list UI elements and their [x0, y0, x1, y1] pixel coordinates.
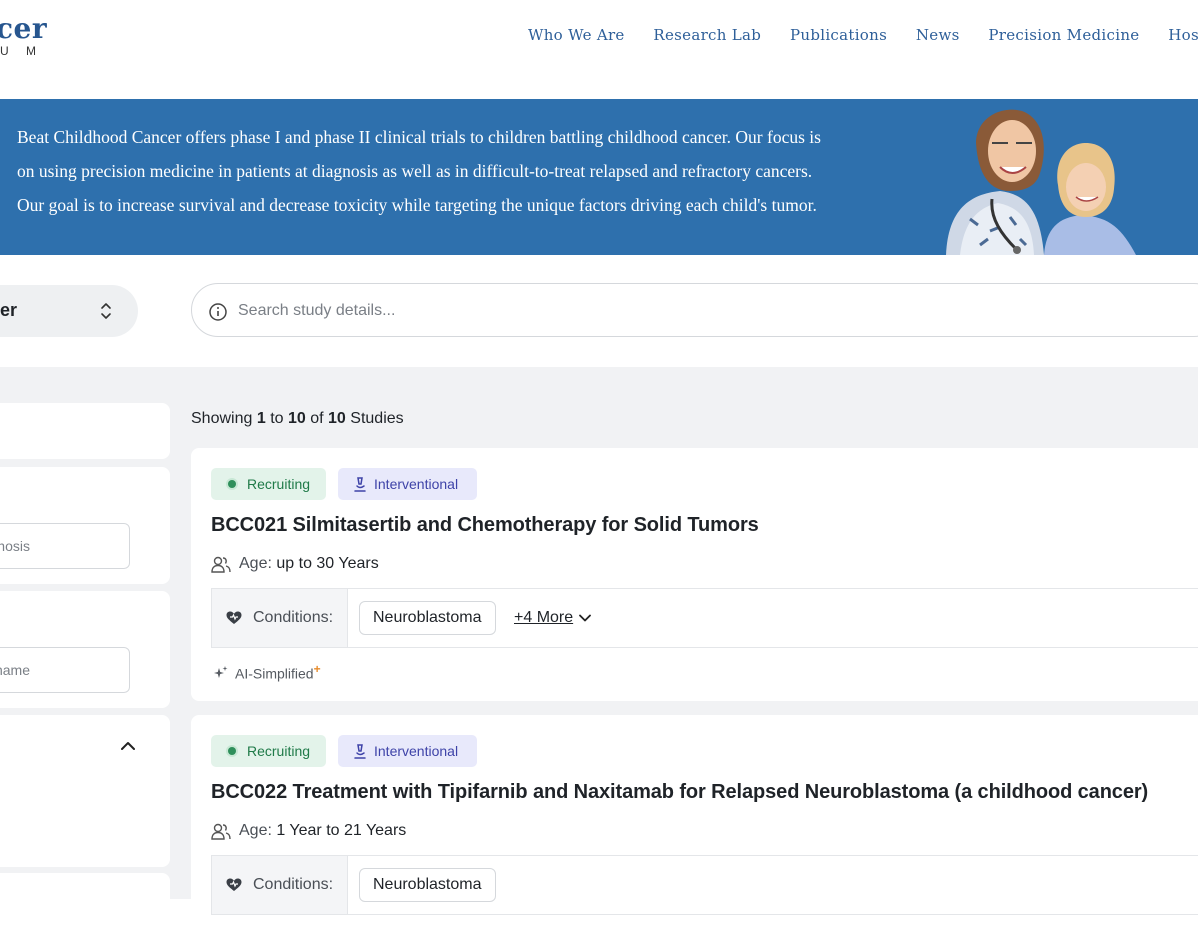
results-suffix: Studies — [350, 410, 404, 427]
study-title[interactable]: BCC021 Silmitasertib and Chemotherapy fo… — [211, 514, 759, 537]
location-input[interactable]: ovince name — [0, 647, 130, 693]
logo-text[interactable]: cer — [0, 12, 47, 45]
hero-text: Beat Childhood Cancer offers phase I and… — [17, 120, 917, 222]
conditions-row: Conditions: Neuroblastoma — [211, 855, 1198, 915]
search-box[interactable] — [191, 283, 1198, 337]
cancer-type-select[interactable]: er — [0, 285, 138, 337]
sidebar-card — [0, 873, 170, 913]
results-count: Showing 1 to 10 of 10 Studies — [191, 410, 404, 428]
results-to-word: to — [270, 410, 284, 427]
results-to: 10 — [287, 410, 306, 427]
site-header: cer U M Who We Are Research Lab Publicat… — [0, 0, 1198, 99]
nav-hospitals[interactable]: Hospitals — [1168, 26, 1198, 44]
main-nav: Who We Are Research Lab Publications New… — [528, 26, 1198, 44]
hero-line: Beat Childhood Cancer offers phase I and… — [17, 127, 821, 147]
ai-simplified-mark: + — [313, 662, 321, 676]
status-label: Recruiting — [247, 743, 311, 759]
users-icon — [211, 556, 231, 573]
heart-icon — [226, 878, 242, 891]
conditions-label: Conditions: — [253, 609, 334, 626]
type-badge: Interventional — [338, 735, 477, 767]
conditions-label-cell: Conditions: — [212, 856, 348, 914]
chevron-down-icon — [579, 614, 592, 622]
status-dot-icon — [228, 480, 236, 488]
cancer-type-value: er — [0, 300, 18, 320]
condition-chip[interactable]: Neuroblastoma — [359, 601, 496, 635]
hero-line: Our goal is to increase survival and dec… — [17, 195, 817, 215]
type-label: Interventional — [374, 476, 459, 492]
results-area: iagnosis ovince name Showing 1 to 10 of … — [0, 367, 1198, 935]
age-value: 1 Year to 21 Years — [276, 822, 407, 839]
status-badge: Recruiting — [211, 468, 326, 500]
more-conditions-link[interactable]: +4 More — [514, 609, 592, 627]
diagnosis-input[interactable]: iagnosis — [0, 523, 130, 569]
users-icon — [211, 823, 231, 840]
info-icon — [209, 303, 227, 321]
chevron-up-icon[interactable] — [121, 741, 135, 751]
results-from: 1 — [256, 410, 266, 427]
diagnosis-filter-card: iagnosis — [0, 467, 170, 584]
age-label: Age: — [239, 555, 272, 572]
chevron-up-down-icon — [101, 303, 111, 319]
age-value: up to 30 Years — [276, 555, 379, 572]
condition-chip[interactable]: Neuroblastoma — [359, 868, 496, 902]
status-dot-icon — [228, 747, 236, 755]
status-badge: Recruiting — [211, 735, 326, 767]
sparkles-icon — [214, 665, 228, 678]
ai-simplified-label: AI-Simplified — [235, 665, 314, 682]
results-total: 10 — [328, 410, 346, 427]
nav-precision-medicine[interactable]: Precision Medicine — [988, 26, 1139, 44]
study-card[interactable]: Recruiting Interventional BCC021 Silmita… — [191, 448, 1198, 701]
microscope-icon — [354, 477, 366, 492]
results-of-word: of — [310, 410, 324, 427]
study-title[interactable]: BCC022 Treatment with Tipifarnib and Nax… — [211, 781, 1148, 804]
conditions-row: Conditions: Neuroblastoma +4 More — [211, 588, 1198, 648]
status-label: Recruiting — [247, 476, 311, 492]
heart-icon — [226, 611, 242, 624]
results-prefix: Showing — [191, 410, 253, 427]
hero-banner: Beat Childhood Cancer offers phase I and… — [0, 99, 1198, 255]
nav-publications[interactable]: Publications — [790, 26, 887, 44]
nav-research-lab[interactable]: Research Lab — [653, 26, 761, 44]
logo-subtext: U M — [0, 44, 43, 58]
nav-who-we-are[interactable]: Who We Are — [528, 26, 625, 44]
collapsible-filter-card — [0, 715, 170, 867]
sidebar-card — [0, 403, 170, 459]
filter-bar: er — [0, 255, 1198, 367]
conditions-label: Conditions: — [253, 876, 334, 893]
diagnosis-placeholder: iagnosis — [0, 538, 30, 554]
ai-simplified-tag: AI-Simplified+ — [213, 662, 321, 682]
more-conditions-label: +4 More — [514, 609, 574, 626]
age-label: Age: — [239, 822, 272, 839]
search-input[interactable] — [236, 296, 840, 326]
type-label: Interventional — [374, 743, 459, 759]
nav-news[interactable]: News — [916, 26, 960, 44]
type-badge: Interventional — [338, 468, 477, 500]
age-row: Age: 1 Year to 21 Years — [211, 822, 406, 840]
microscope-icon — [354, 744, 366, 759]
conditions-label-cell: Conditions: — [212, 589, 348, 647]
hero-photo — [946, 109, 1136, 255]
location-filter-card: ovince name — [0, 591, 170, 708]
location-placeholder: ovince name — [0, 662, 30, 678]
study-card[interactable]: Recruiting Interventional BCC022 Treatme… — [191, 715, 1198, 935]
age-row: Age: up to 30 Years — [211, 555, 379, 573]
hero-line: on using precision medicine in patients … — [17, 161, 813, 181]
